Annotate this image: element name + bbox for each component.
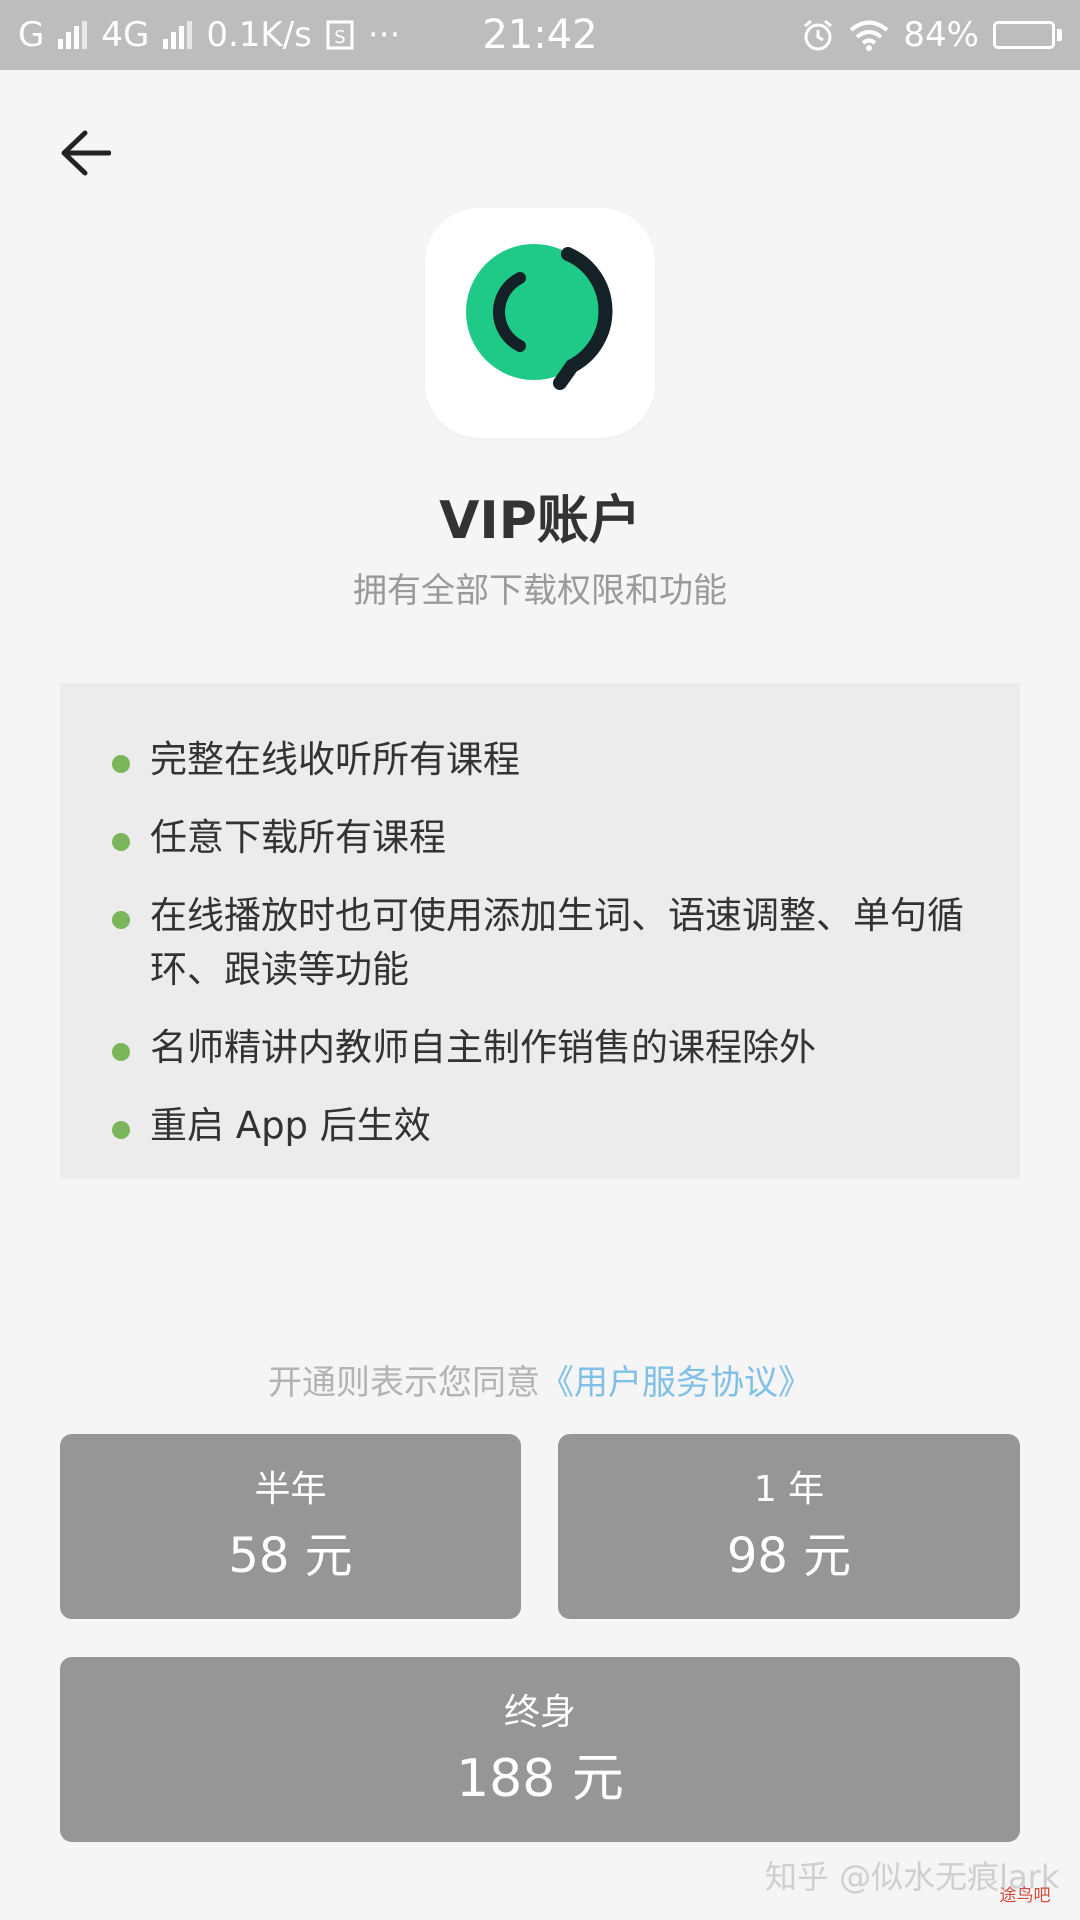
feature-item: 完整在线收听所有课程 xyxy=(112,733,980,787)
plan-one-year-button[interactable]: 1 年 98 元 xyxy=(558,1434,1020,1619)
feature-text: 名师精讲内教师自主制作销售的课程除外 xyxy=(150,1026,816,1069)
bullet-icon xyxy=(112,1043,130,1061)
bullet-icon xyxy=(112,1121,130,1139)
agreement-prefix: 开通则表示您同意 xyxy=(268,1363,540,1403)
feature-text: 在线播放时也可使用添加生词、语速调整、单句循环、跟读等功能 xyxy=(150,894,964,991)
more-notifications: ··· xyxy=(367,15,401,55)
plan-price: 188 元 xyxy=(456,1748,624,1809)
feature-item: 在线播放时也可使用添加生词、语速调整、单句循环、跟读等功能 xyxy=(112,889,980,997)
plan-period: 半年 xyxy=(254,1468,327,1510)
status-right: 84% xyxy=(801,15,1062,55)
plan-lifetime-button[interactable]: 终身 188 元 xyxy=(60,1657,1020,1842)
watermark-logo: 途鸟吧 xyxy=(999,1885,1051,1906)
app-logo xyxy=(425,208,655,438)
feature-text: 完整在线收听所有课程 xyxy=(150,738,520,781)
plan-price: 98 元 xyxy=(726,1527,852,1584)
feature-text: 重启 App 后生效 xyxy=(150,1104,431,1147)
plan-period: 1 年 xyxy=(753,1468,825,1510)
plan-half-year-button[interactable]: 半年 58 元 xyxy=(60,1434,521,1619)
bullet-icon xyxy=(112,911,130,929)
network-speed: 0.1K/s xyxy=(206,15,312,55)
feature-text: 任意下载所有课程 xyxy=(150,816,446,859)
back-button[interactable] xyxy=(50,118,120,188)
battery-icon xyxy=(993,21,1062,49)
plan-price: 58 元 xyxy=(228,1527,353,1584)
feature-item: 重启 App 后生效 xyxy=(112,1099,980,1153)
bullet-icon xyxy=(112,755,130,773)
feature-item: 任意下载所有课程 xyxy=(112,811,980,865)
feature-item: 名师精讲内教师自主制作销售的课程除外 xyxy=(112,1021,980,1075)
user-agreement-link[interactable]: 《用户服务协议》 xyxy=(540,1363,812,1403)
page-subtitle: 拥有全部下载权限和功能 xyxy=(353,571,727,611)
arrow-left-icon xyxy=(61,130,111,176)
svg-text:S: S xyxy=(334,27,345,48)
alarm-icon xyxy=(804,19,833,51)
battery-percent: 84% xyxy=(903,15,979,55)
wifi-icon xyxy=(850,20,889,51)
status-bar: G 4G 0.1K/s S ··· 21:42 84% xyxy=(0,0,1080,70)
features-card: 完整在线收听所有课程 任意下载所有课程 在线播放时也可使用添加生词、语速调整、单… xyxy=(60,683,1020,1179)
app-logo-icon xyxy=(466,244,613,390)
app-notification-icon: S xyxy=(326,20,354,50)
carrier-label-2: 4G xyxy=(101,15,150,55)
carrier-label-1: G xyxy=(18,15,45,55)
page-title: VIP账户 xyxy=(439,491,641,551)
plan-period: 终身 xyxy=(503,1691,576,1733)
signal-icon-2 xyxy=(163,21,193,49)
bullet-icon xyxy=(112,833,130,851)
status-left: G 4G 0.1K/s S ··· xyxy=(18,15,400,55)
agreement-line: 开通则表示您同意《用户服务协议》 xyxy=(0,1355,1080,1404)
signal-icon xyxy=(58,21,88,49)
